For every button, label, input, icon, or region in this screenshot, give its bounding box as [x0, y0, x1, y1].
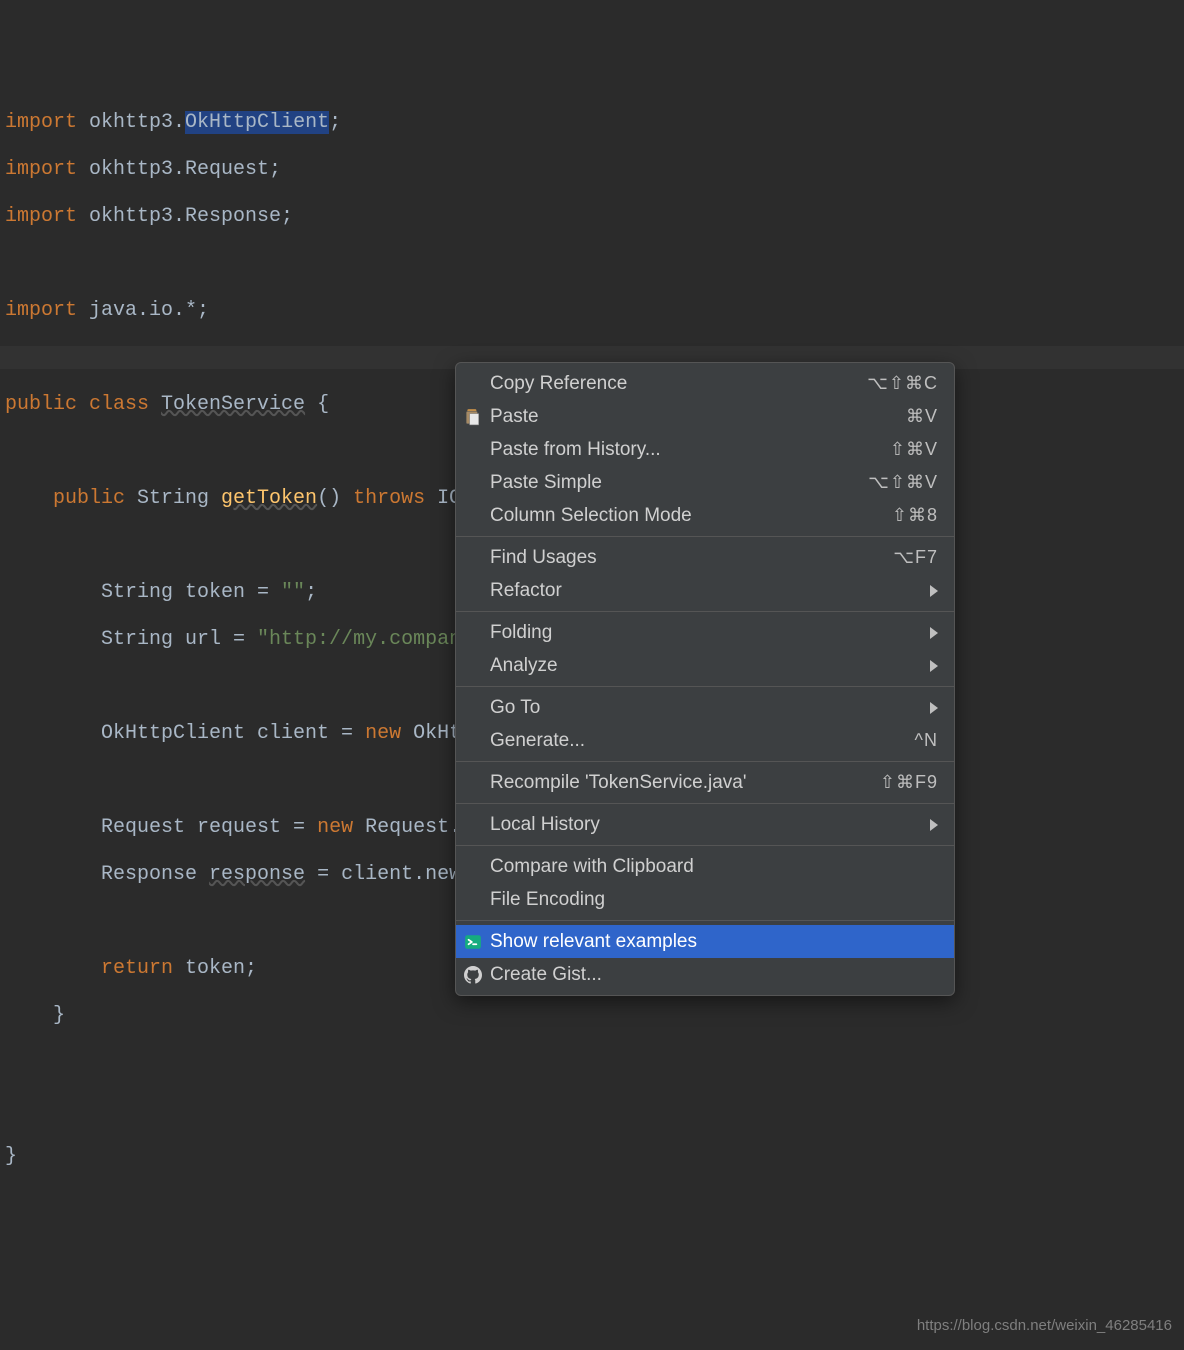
- code-text: OkHttpClient client =: [5, 722, 365, 745]
- menu-item-label: Create Gist...: [490, 964, 938, 986]
- menu-separator: [456, 845, 954, 846]
- menu-item-shortcut: ^N: [915, 730, 938, 751]
- menu-item-label: File Encoding: [490, 889, 938, 911]
- code-text: }: [5, 1145, 17, 1168]
- code-text: String url =: [5, 628, 257, 651]
- paste-icon: [464, 408, 482, 426]
- menu-item-shortcut: ⌘V: [906, 406, 938, 427]
- menu-separator: [456, 803, 954, 804]
- menu-item-label: Find Usages: [490, 547, 893, 569]
- code-text: String token =: [5, 581, 281, 604]
- menu-item-shortcut: ⇧⌘V: [890, 439, 938, 460]
- string-literal: "": [281, 581, 305, 604]
- menu-item-label: Go To: [490, 697, 938, 719]
- menu-item-label: Folding: [490, 622, 938, 644]
- menu-item-label: Local History: [490, 814, 938, 836]
- menu-item-shortcut: ⌥⇧⌘C: [867, 373, 938, 394]
- menu-item-analyze[interactable]: Analyze: [456, 649, 954, 682]
- kw-import: import: [5, 111, 77, 134]
- github-icon: [464, 966, 482, 984]
- menu-item-label: Refactor: [490, 580, 938, 602]
- menu-item-copy-reference[interactable]: Copy Reference⌥⇧⌘C: [456, 367, 954, 400]
- kw-public-class: public class: [5, 393, 161, 416]
- code-text: okhttp3.: [77, 111, 185, 134]
- code-text: okhttp3.Request;: [77, 158, 281, 181]
- menu-separator: [456, 611, 954, 612]
- kw-import: import: [5, 205, 77, 228]
- menu-item-find-usages[interactable]: Find Usages⌥F7: [456, 541, 954, 574]
- code-text: Response: [5, 863, 209, 886]
- class-name: TokenService: [161, 393, 305, 416]
- code-text: okhttp3.Response;: [77, 205, 293, 228]
- menu-item-refactor[interactable]: Refactor: [456, 574, 954, 607]
- menu-item-shortcut: ⌥F7: [893, 547, 938, 568]
- menu-item-label: Paste: [490, 406, 906, 428]
- method-name: getToken: [221, 487, 317, 510]
- kw-public: public: [5, 487, 137, 510]
- kw-import: import: [5, 158, 77, 181]
- menu-item-shortcut: ⇧⌘8: [892, 505, 938, 526]
- code-text: (): [317, 487, 353, 510]
- kw-new: new: [365, 722, 401, 745]
- selected-symbol: OkHttpClient: [185, 111, 329, 134]
- terminal-icon: [464, 933, 482, 951]
- menu-item-shortcut: ⌥⇧⌘V: [868, 472, 938, 493]
- menu-item-file-encoding[interactable]: File Encoding: [456, 883, 954, 916]
- menu-item-label: Generate...: [490, 730, 915, 752]
- menu-item-compare-with-clipboard[interactable]: Compare with Clipboard: [456, 850, 954, 883]
- context-menu[interactable]: Copy Reference⌥⇧⌘CPaste⌘VPaste from Hist…: [455, 362, 955, 996]
- menu-item-folding[interactable]: Folding: [456, 616, 954, 649]
- menu-item-label: Recompile 'TokenService.java': [490, 772, 880, 794]
- kw-import: import: [5, 299, 77, 322]
- code-text: String: [137, 487, 221, 510]
- kw-throws: throws: [353, 487, 437, 510]
- code-text: }: [5, 1004, 65, 1027]
- var-response: response: [209, 863, 305, 886]
- menu-item-label: Analyze: [490, 655, 938, 677]
- menu-item-show-relevant-examples[interactable]: Show relevant examples: [456, 925, 954, 958]
- menu-item-paste-simple[interactable]: Paste Simple⌥⇧⌘V: [456, 466, 954, 499]
- menu-item-label: Paste from History...: [490, 439, 890, 461]
- menu-item-label: Copy Reference: [490, 373, 867, 395]
- code-text: java.io.*;: [77, 299, 209, 322]
- menu-item-label: Compare with Clipboard: [490, 856, 938, 878]
- code-text: token;: [185, 957, 257, 980]
- menu-item-label: Column Selection Mode: [490, 505, 892, 527]
- code-text: ;: [305, 581, 317, 604]
- menu-separator: [456, 536, 954, 537]
- kw-return: return: [5, 957, 185, 980]
- menu-separator: [456, 761, 954, 762]
- menu-item-label: Show relevant examples: [490, 931, 938, 953]
- code-text: {: [305, 393, 329, 416]
- menu-separator: [456, 686, 954, 687]
- menu-item-recompile-tokenservice-java[interactable]: Recompile 'TokenService.java'⇧⌘F9: [456, 766, 954, 799]
- menu-item-column-selection-mode[interactable]: Column Selection Mode⇧⌘8: [456, 499, 954, 532]
- menu-item-shortcut: ⇧⌘F9: [880, 772, 938, 793]
- menu-item-paste[interactable]: Paste⌘V: [456, 400, 954, 433]
- code-text: ;: [329, 111, 341, 134]
- menu-item-create-gist[interactable]: Create Gist...: [456, 958, 954, 991]
- menu-item-paste-from-history[interactable]: Paste from History...⇧⌘V: [456, 433, 954, 466]
- menu-separator: [456, 920, 954, 921]
- menu-item-local-history[interactable]: Local History: [456, 808, 954, 841]
- menu-item-go-to[interactable]: Go To: [456, 691, 954, 724]
- menu-item-generate[interactable]: Generate...^N: [456, 724, 954, 757]
- code-text: Request request =: [5, 816, 317, 839]
- menu-item-label: Paste Simple: [490, 472, 868, 494]
- watermark: https://blog.csdn.net/weixin_46285416: [917, 1317, 1172, 1334]
- kw-new: new: [317, 816, 353, 839]
